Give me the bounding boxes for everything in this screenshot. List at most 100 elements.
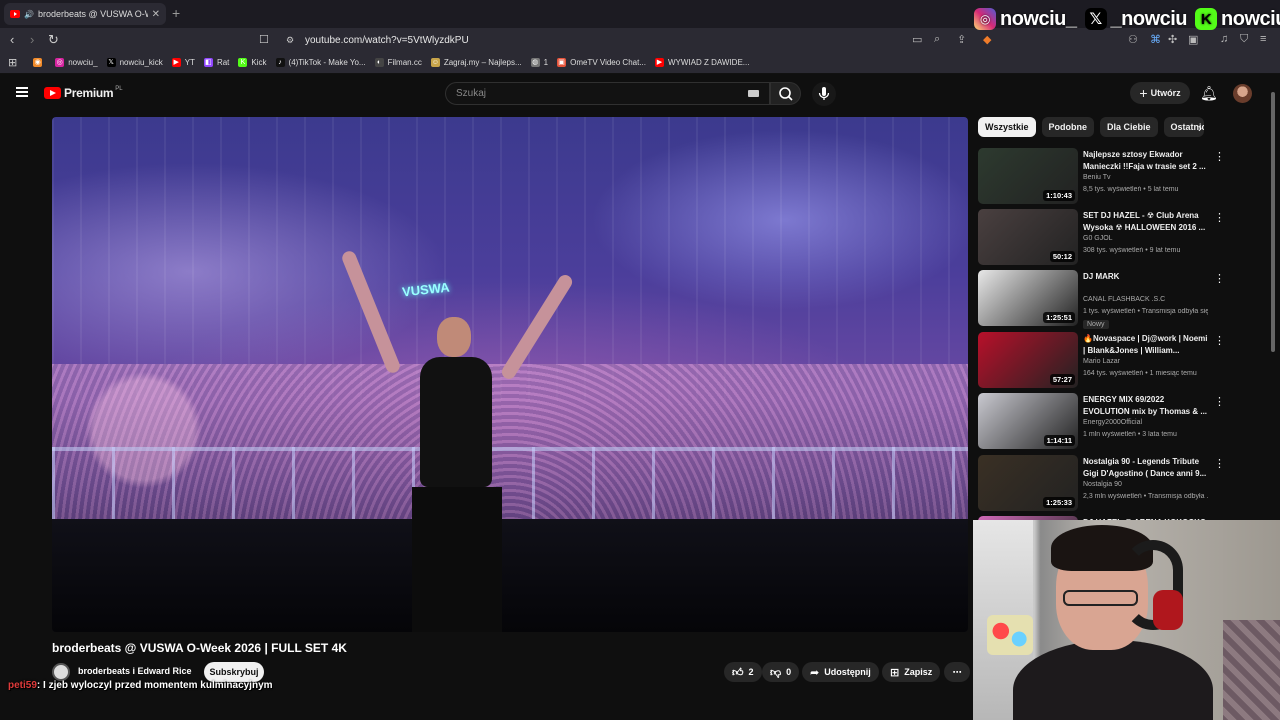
video-thumbnail[interactable]: 50:12 xyxy=(978,209,1078,265)
chip-for-you[interactable]: Dla Ciebie xyxy=(1100,117,1158,137)
brave-shield-icon[interactable]: ◆ xyxy=(983,33,991,46)
recommended-channel[interactable]: G0 GJOL xyxy=(1083,235,1113,242)
chat-username: peti59 xyxy=(8,680,37,691)
share-page-icon[interactable]: ⇪ xyxy=(957,33,966,46)
search-input[interactable]: Szukaj xyxy=(445,82,770,105)
logo-text: Premium xyxy=(64,86,114,100)
page-scrollbar[interactable] xyxy=(1271,92,1275,352)
recommended-video[interactable]: 1:14:11 ENERGY MIX 69/2022 EVOLUTION mix … xyxy=(978,393,1228,451)
music-icon[interactable]: ♫ xyxy=(1220,33,1228,45)
reload-icon[interactable]: ↻ xyxy=(48,32,59,48)
back-icon[interactable]: ‹ xyxy=(10,32,14,48)
bookmark-item[interactable]: ◉ xyxy=(33,58,46,67)
share-label: Udostępnij xyxy=(824,667,871,677)
recommended-channel[interactable]: CANAL FLASHBACK .S.C xyxy=(1083,296,1165,303)
bookmark-item[interactable]: ☺ Zagraj.my – Najleps... xyxy=(430,58,522,67)
keyboard-icon[interactable] xyxy=(748,90,759,97)
bookmark-item[interactable]: ◍ 1 xyxy=(530,58,548,67)
channel-avatar[interactable] xyxy=(52,663,70,681)
youtube-premium-logo[interactable]: Premium PL xyxy=(44,86,123,100)
more-vertical-icon[interactable]: ⋮ xyxy=(1214,457,1225,470)
recommended-video[interactable]: 57:27 🔥Novaspace | Dj@work | Noemi | Blan… xyxy=(978,332,1228,390)
bookmark-item[interactable]: ♪ (4)TikTok - Make Yo... xyxy=(275,58,366,67)
recommended-video[interactable]: 1:25:51 DJ MARK CANAL FLASHBACK .S.C 1 tys.… xyxy=(978,270,1228,329)
share-button[interactable]: ➦ Udostępnij xyxy=(802,662,879,682)
social-label: _nowciu xyxy=(1110,7,1188,30)
video-thumbnail[interactable]: 1:14:11 xyxy=(978,393,1078,449)
chevron-right-icon[interactable]: › xyxy=(1198,121,1202,135)
close-tab-icon[interactable]: ✕ xyxy=(152,9,160,20)
video-thumbnail[interactable]: 57:27 xyxy=(978,332,1078,388)
more-vertical-icon[interactable]: ⋮ xyxy=(1214,395,1225,408)
channel-name[interactable]: broderbeats i Edward Rice xyxy=(78,666,192,676)
youtube-icon: ▶ xyxy=(654,58,664,67)
video-thumbnail[interactable]: 1:25:33 xyxy=(978,455,1078,511)
more-vertical-icon[interactable]: ⋮ xyxy=(1214,211,1225,224)
bookmark-item[interactable]: ▶ YT xyxy=(171,58,195,67)
account-avatar[interactable] xyxy=(1233,84,1252,103)
subscribe-button[interactable]: Subskrybuj xyxy=(204,662,264,682)
shield-icon[interactable]: ⛉ xyxy=(1240,33,1248,46)
video-frame-stage xyxy=(52,518,968,632)
recommended-video[interactable]: 50:12 SET DJ HAZEL - ☢ Club Arena Wysoka … xyxy=(978,209,1228,267)
video-frame-performer xyxy=(340,249,575,632)
recommended-channel[interactable]: Nostalgia 90 xyxy=(1083,481,1122,488)
more-actions-button[interactable]: ⋯ xyxy=(944,662,970,682)
menu-icon[interactable]: ≡ xyxy=(1260,33,1266,45)
bookmark-label: nowciu_kick xyxy=(119,58,163,67)
bookmark-item[interactable]: ◎ nowciu_ xyxy=(55,58,98,67)
extension-icon[interactable]: ⚇ xyxy=(1128,33,1138,46)
bookmark-item[interactable]: ▣ OmeTV Video Chat... xyxy=(557,58,646,67)
recommended-title: SET DJ HAZEL - ☢ Club Arena Wysoka ☢ HAL… xyxy=(1083,211,1206,232)
search-button[interactable] xyxy=(770,82,801,105)
thumbs-down-icon: 👎︎ xyxy=(770,666,782,679)
stream-socials-overlay: ◎ nowciu_ 𝕏 _nowciu K nowciu xyxy=(974,4,1280,34)
chip-related[interactable]: Podobne xyxy=(1041,117,1095,137)
create-label: Utwórz xyxy=(1150,88,1181,98)
address-bar[interactable]: youtube.com/watch?v=5VtWlyzdkPU xyxy=(305,30,805,50)
bookmark-page-icon[interactable]: ☐ xyxy=(259,32,269,48)
bookmark-item[interactable]: ◧ Rat xyxy=(203,58,229,67)
voice-search-button[interactable] xyxy=(812,82,836,106)
hamburger-menu-icon[interactable] xyxy=(16,87,28,97)
apps-grid-icon[interactable]: ⊞ xyxy=(8,56,17,69)
zoom-icon[interactable]: ⌕ xyxy=(934,33,940,46)
sidebar-icon[interactable]: ▣ xyxy=(1188,33,1198,46)
chip-all[interactable]: Wszystkie xyxy=(978,117,1036,137)
recommended-channel[interactable]: Beniu Tv xyxy=(1083,174,1111,181)
recommended-channel[interactable]: Energy2000Official xyxy=(1083,419,1142,426)
bookmark-label: Zagraj.my – Najleps... xyxy=(443,58,522,67)
like-button[interactable]: 👍︎ 2 xyxy=(724,662,762,682)
bookmark-item[interactable]: ▶ WYWIAD Z DAWIDE... xyxy=(654,58,749,67)
bookmark-item[interactable]: K Kick xyxy=(238,58,267,67)
cast-icon[interactable]: ▭ xyxy=(912,33,922,46)
create-button[interactable]: + Utwórz xyxy=(1130,82,1190,104)
rss-icon: ◉ xyxy=(33,58,43,67)
video-title: broderbeats @ VUSWA O-Week 2026 | FULL S… xyxy=(52,641,347,655)
youtube-header: Premium PL Szukaj + Utwórz 🔔︎ xyxy=(0,74,1280,114)
video-thumbnail[interactable]: 1:25:51 xyxy=(978,270,1078,326)
extensions-puzzle-icon[interactable]: ✣ xyxy=(1168,33,1177,46)
recommended-video[interactable]: 1:10:43 Najlepsze sztosy Ekwador Manieczk… xyxy=(978,148,1228,206)
site-info-icon[interactable]: ⚙ xyxy=(286,32,294,48)
video-player[interactable]: VUSWA xyxy=(52,117,968,632)
new-badge: Nowy xyxy=(1083,320,1109,329)
vpn-icon[interactable]: ⌘ xyxy=(1150,33,1161,46)
recommended-channel[interactable]: Mario Lazar xyxy=(1083,358,1120,365)
social-x: 𝕏 _nowciu xyxy=(1084,7,1188,31)
more-vertical-icon[interactable]: ⋮ xyxy=(1214,334,1225,347)
video-thumbnail[interactable]: 1:10:43 xyxy=(978,148,1078,204)
more-vertical-icon[interactable]: ⋮ xyxy=(1214,272,1225,285)
browser-tab-active[interactable]: 🔊 broderbeats @ VUSWA O-We ✕ xyxy=(4,3,166,25)
save-button[interactable]: ⊞ Zapisz xyxy=(882,662,941,682)
forward-icon[interactable]: › xyxy=(30,32,34,48)
notifications-bell-icon[interactable]: 🔔︎ xyxy=(1200,85,1218,102)
dislike-button[interactable]: 👎︎ 0 xyxy=(762,662,800,682)
bookmark-item[interactable]: ◐ Filman.cc xyxy=(374,58,422,67)
more-vertical-icon[interactable]: ⋮ xyxy=(1214,150,1225,163)
new-tab-button[interactable]: + xyxy=(172,5,180,21)
thumbs-up-icon: 👍︎ xyxy=(732,666,744,679)
recommended-video[interactable]: 1:25:33 Nostalgia 90 - Legends Tribute Gi… xyxy=(978,455,1228,513)
speaker-icon[interactable]: 🔊 xyxy=(24,10,34,19)
bookmark-item[interactable]: 𝕏nowciu_kick xyxy=(106,58,163,67)
